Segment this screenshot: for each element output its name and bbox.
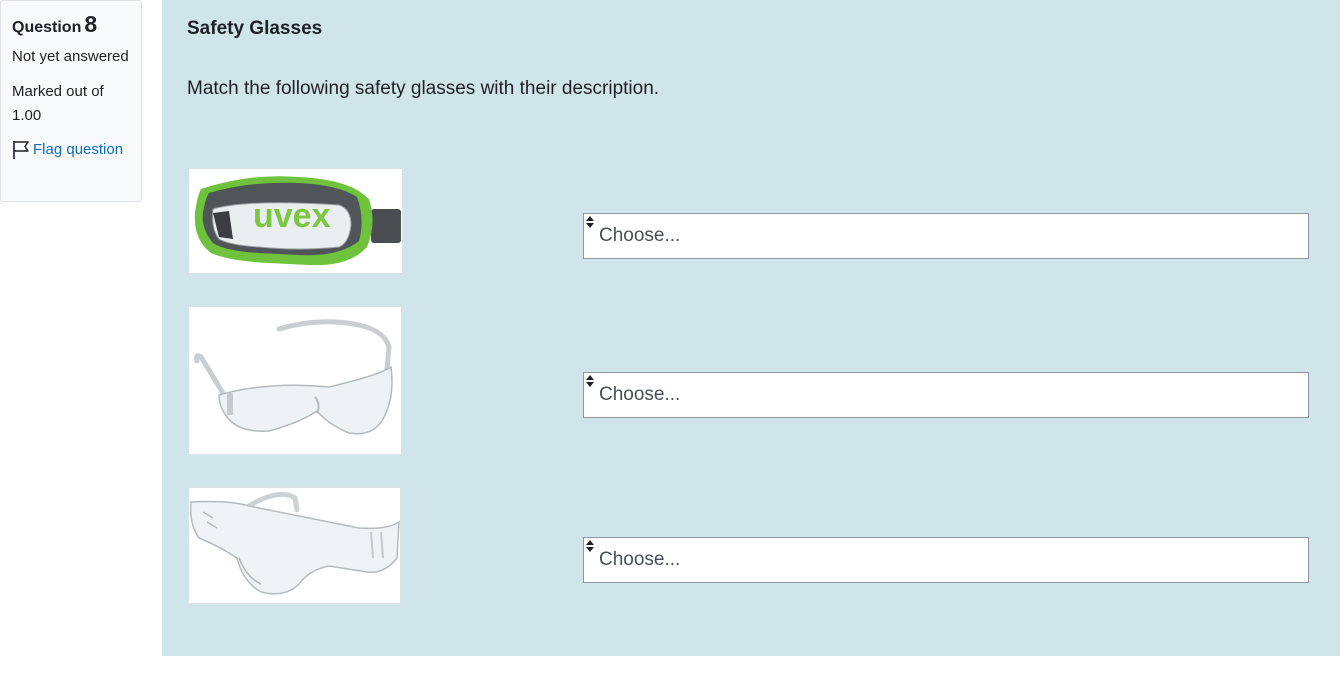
answer-select-3-value: Choose...: [599, 549, 681, 570]
over-glasses-image: [188, 487, 401, 604]
answer-select-2[interactable]: Choose...: [583, 372, 1309, 418]
answer-select-1[interactable]: Choose...: [583, 213, 1309, 259]
flag-outline-icon: [13, 141, 29, 159]
question-number-heading: Question 8: [12, 11, 131, 37]
up-down-arrows-icon: [586, 216, 594, 228]
up-down-arrows-icon: [586, 375, 594, 387]
question-label: Question: [12, 19, 82, 36]
wraparound-glasses-image: [188, 306, 402, 455]
question-content: Safety Glasses Match the following safet…: [162, 0, 1340, 656]
flag-question-label[interactable]: Flag question: [33, 139, 123, 161]
answer-select-1-value: Choose...: [599, 225, 681, 246]
question-info-panel: Question 8 Not yet answered Marked out of…: [0, 0, 142, 202]
flag-question-link[interactable]: Flag question: [12, 139, 131, 161]
answer-select-2-value: Choose...: [599, 384, 681, 405]
goggles-brand-text: uvex: [253, 197, 331, 235]
question-title: Safety Glasses: [187, 18, 323, 39]
question-number: 8: [84, 11, 98, 37]
question-grade: Marked out of 1.00: [12, 83, 104, 124]
up-down-arrows-icon: [586, 540, 594, 552]
goggles-image: uvex: [188, 168, 403, 274]
answer-select-3[interactable]: Choose...: [583, 537, 1309, 583]
question-text: Match the following safety glasses with …: [187, 78, 660, 99]
question-state: Not yet answered: [12, 48, 129, 65]
